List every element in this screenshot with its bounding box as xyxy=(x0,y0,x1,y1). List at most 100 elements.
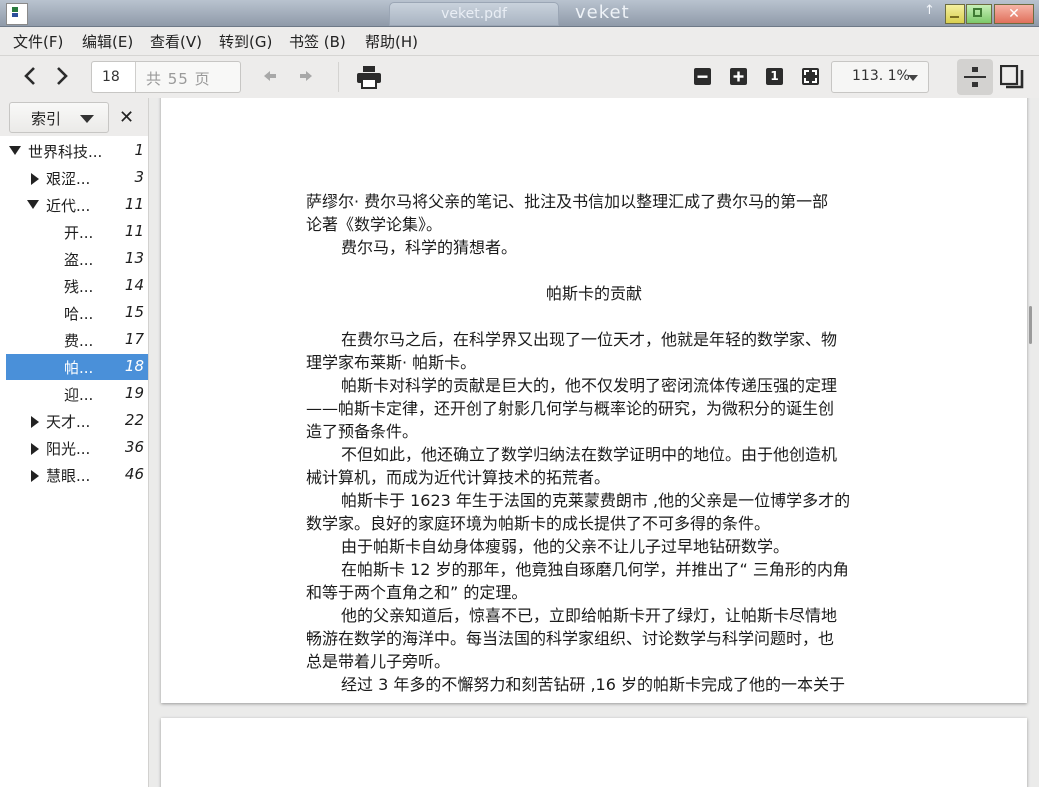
expander-collapsed-icon[interactable] xyxy=(31,443,39,455)
outline-item[interactable]: 慧眼... 46 xyxy=(6,462,148,488)
outline-item[interactable]: 艰涩... 3 xyxy=(6,165,148,191)
menu-bar: 文件(F) 编辑(E) 查看(V) 转到(G) 书签 (B) 帮助(H) xyxy=(0,27,1039,56)
page-number-input[interactable] xyxy=(92,62,136,92)
text-line: 在费尔马之后，在科学界又出现了一位天才，他就是年轻的数学家、物 xyxy=(341,330,838,349)
chevron-right-icon[interactable] xyxy=(54,65,70,87)
outline-item-label: 迎... xyxy=(64,386,94,404)
minimize-button[interactable] xyxy=(945,4,965,24)
outline-item[interactable]: 费... 17 xyxy=(6,327,148,353)
text-line: 在帕斯卡 12 岁的那年，他竟独自琢磨几何学，并推出了“ 三角形的内角 xyxy=(341,560,849,579)
chevron-left-icon[interactable] xyxy=(22,65,38,87)
outline-item[interactable]: 盗... 13 xyxy=(6,246,148,272)
outline-item-page: 14 xyxy=(124,276,144,294)
menu-go[interactable]: 转到(G) xyxy=(219,31,272,52)
menu-help[interactable]: 帮助(H) xyxy=(365,31,418,52)
sidebar: 索引 ✕ 世界科技... 1 艰涩... 3 近代... 11 开... 11 … xyxy=(0,98,149,787)
close-sidebar-button[interactable]: ✕ xyxy=(119,107,134,128)
close-window-button[interactable]: ✕ xyxy=(994,4,1034,24)
expander-expanded-icon[interactable] xyxy=(9,146,21,155)
outline-item-page: 1 xyxy=(134,141,144,159)
expander-collapsed-icon[interactable] xyxy=(31,173,39,185)
outline-item-label: 天才... xyxy=(46,413,91,431)
menu-file[interactable]: 文件(F) xyxy=(13,31,63,52)
text-line: 论著《数学论集》。 xyxy=(306,215,443,234)
outline-item-label: 世界科技... xyxy=(28,143,103,161)
window-title: veket xyxy=(575,2,630,23)
zoom-dropdown-icon xyxy=(908,75,918,81)
outline-item-page: 3 xyxy=(134,168,144,186)
text-line: 帕斯卡于 1623 年生于法国的克莱蒙费朗市 ,他的父亲是一位博学多才的 xyxy=(341,491,851,510)
text-line: 理学家布莱斯· 帕斯卡。 xyxy=(306,353,477,372)
outline-item-label: 近代... xyxy=(46,197,91,215)
continuous-view-button[interactable] xyxy=(957,59,993,95)
outline-item[interactable]: 世界科技... 1 xyxy=(6,138,148,164)
menu-edit[interactable]: 编辑(E) xyxy=(82,31,133,52)
zoom-select[interactable]: 113. 1% xyxy=(831,61,929,93)
window-title-bar: veket.pdf veket ↑ ✕ xyxy=(0,0,1039,27)
outline-item-page: 46 xyxy=(124,465,144,483)
text-line: 畅游在数学的海洋中。每当法国的科学家组织、讨论数学与科学问题时，也 xyxy=(306,629,835,648)
text-line: 帕斯卡对科学的贡献是巨大的，他不仅发明了密闭流体传递压强的定理 xyxy=(341,376,838,395)
toolbar: 共 55 页 1 113. 1% xyxy=(0,56,1039,98)
expander-collapsed-icon[interactable] xyxy=(31,416,39,428)
outline-item[interactable]: 开... 11 xyxy=(6,219,148,245)
zoom-actual-size-icon[interactable]: 1 xyxy=(766,68,783,85)
dual-page-icon[interactable] xyxy=(1000,65,1024,89)
zoom-value: 113. 1% xyxy=(852,68,910,84)
document-view[interactable]: 萨缪尔· 费尔马将父亲的笔记、批注及书信加以整理汇成了费尔马的第一部 论著《数学… xyxy=(149,98,1039,787)
document-tab[interactable]: veket.pdf xyxy=(389,2,559,26)
outline-item-label: 慧眼... xyxy=(46,467,91,485)
menu-bookmarks[interactable]: 书签 (B) xyxy=(289,31,346,52)
sidebar-mode-label: 索引 xyxy=(31,110,62,128)
document-page: 萨缪尔· 费尔马将父亲的笔记、批注及书信加以整理汇成了费尔马的第一部 论著《数学… xyxy=(161,98,1027,703)
page-count-label: 共 55 页 xyxy=(146,70,211,88)
sidebar-header: 索引 ✕ xyxy=(0,98,148,136)
outline-item-label: 开... xyxy=(64,224,94,242)
text-line: 造了预备条件。 xyxy=(306,422,419,441)
outline-item-page: 18 xyxy=(124,357,144,375)
sidebar-mode-select[interactable]: 索引 xyxy=(9,102,109,133)
outline-item-page: 11 xyxy=(124,222,144,240)
app-icon[interactable] xyxy=(6,3,28,25)
continuous-view-icon xyxy=(964,67,986,87)
expander-collapsed-icon[interactable] xyxy=(31,470,39,482)
page-selector: 共 55 页 xyxy=(91,61,241,93)
text-line: 费尔马，科学的猜想者。 xyxy=(341,238,518,257)
zoom-out-icon[interactable] xyxy=(694,68,711,85)
outline-item-page: 13 xyxy=(124,249,144,267)
section-heading: 帕斯卡的贡献 xyxy=(545,284,642,303)
outline-item[interactable]: 残... 14 xyxy=(6,273,148,299)
text-line: 械计算机，而成为近代计算技术的拓荒者。 xyxy=(306,468,611,487)
document-page xyxy=(161,718,1027,787)
outline-item-page: 22 xyxy=(124,411,144,429)
outline-item-page: 17 xyxy=(124,330,144,348)
outline-item-label: 艰涩... xyxy=(46,170,91,188)
outline-item[interactable]: 天才... 22 xyxy=(6,408,148,434)
outline-item[interactable]: 哈... 15 xyxy=(6,300,148,326)
outline-item-page: 11 xyxy=(124,195,144,213)
outline-item-label: 帕... xyxy=(64,359,94,377)
outline-item[interactable]: 阳光... 36 xyxy=(6,435,148,461)
history-forward-icon[interactable] xyxy=(298,68,314,84)
text-line: ——帕斯卡定律，还开创了射影几何学与概率论的研究，为微积分的诞生创 xyxy=(306,399,835,418)
text-line: 不但如此，他还确立了数学归纳法在数学证明中的地位。由于他创造机 xyxy=(341,445,838,464)
text-line: 经过 3 年多的不懈努力和刻苦钻研 ,16 岁的帕斯卡完成了他的一本关于 xyxy=(341,675,845,694)
vertical-scrollbar[interactable] xyxy=(1029,306,1032,344)
outline-item[interactable]: 近代... 11 xyxy=(6,192,148,218)
raise-window-icon[interactable]: ↑ xyxy=(924,3,935,18)
outline-item-label: 残... xyxy=(64,278,94,296)
zoom-fit-icon[interactable] xyxy=(802,68,819,85)
menu-view[interactable]: 查看(V) xyxy=(150,31,202,52)
outline-item-page: 19 xyxy=(124,384,144,402)
maximize-button[interactable] xyxy=(966,4,992,24)
outline-item-page: 36 xyxy=(124,438,144,456)
outline-item[interactable]: 迎... 19 xyxy=(6,381,148,407)
history-back-icon[interactable] xyxy=(262,68,278,84)
print-icon[interactable] xyxy=(356,65,382,89)
outline-item-selected[interactable]: 帕... 18 xyxy=(6,354,148,380)
outline-item-label: 盗... xyxy=(64,251,94,269)
zoom-in-icon[interactable] xyxy=(730,68,747,85)
expander-expanded-icon[interactable] xyxy=(27,200,39,209)
outline-item-label: 哈... xyxy=(64,305,94,323)
text-line: 和等于两个直角之和” 的定理。 xyxy=(306,583,528,602)
